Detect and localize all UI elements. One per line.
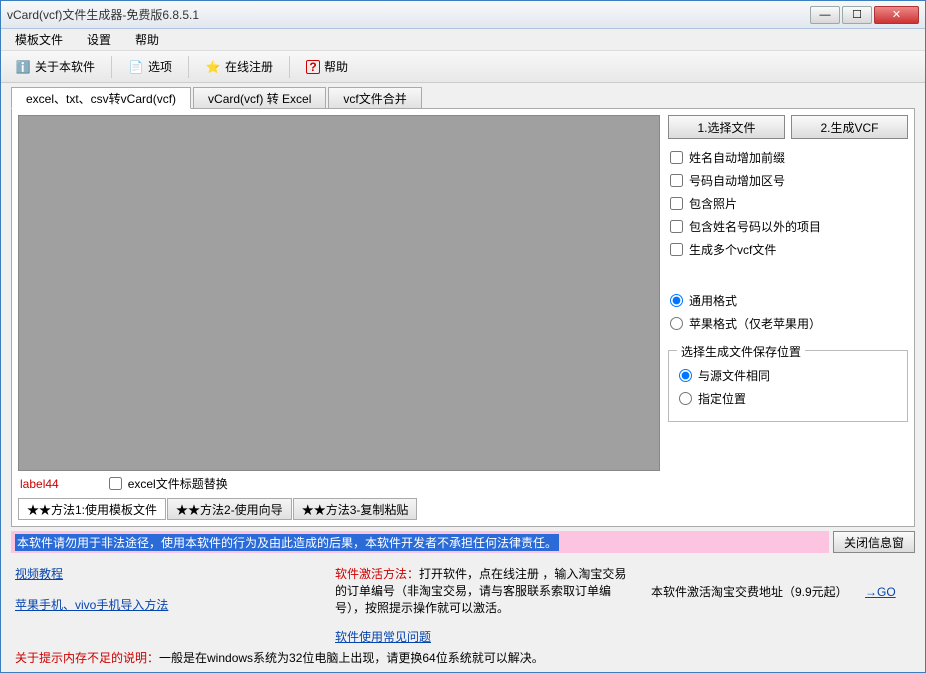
toolbar-separator xyxy=(289,56,290,78)
footer-col2: 软件激活方法：打开软件，点在线注册 ，输入淘宝交易的订单编号（非淘宝交易，请与客… xyxy=(335,565,631,645)
method-tab-3[interactable]: ★★方法3-复制粘贴 xyxy=(293,498,418,520)
tab-vcf-to-excel[interactable]: vCard(vcf) 转 Excel xyxy=(193,87,326,109)
side-panel: 1.选择文件 2.生成VCF 姓名自动增加前缀 号码自动增加区号 包含照片 包含… xyxy=(668,115,908,471)
checkbox-area-code-input[interactable] xyxy=(670,174,683,187)
checkbox-include-other-input[interactable] xyxy=(670,220,683,233)
button-row: 1.选择文件 2.生成VCF xyxy=(668,115,908,139)
checkbox-excel-title-replace[interactable]: excel文件标题替换 xyxy=(109,475,228,492)
method-tab-2[interactable]: ★★方法2-使用向导 xyxy=(167,498,292,520)
save-location-legend: 选择生成文件保存位置 xyxy=(677,343,805,360)
checkbox-name-prefix[interactable]: 姓名自动增加前缀 xyxy=(670,149,906,166)
taobao-text: 本软件激活淘宝交费地址（9.9元起） xyxy=(651,585,848,599)
checkbox-multi-vcf[interactable]: 生成多个vcf文件 xyxy=(670,241,906,258)
checkbox-multi-vcf-input[interactable] xyxy=(670,243,683,256)
method-tab-1[interactable]: ★★方法1:使用模板文件 xyxy=(18,498,166,520)
method-tabs: ★★方法1:使用模板文件 ★★方法2-使用向导 ★★方法3-复制粘贴 xyxy=(18,498,908,520)
radio-specify-location-input[interactable] xyxy=(679,392,692,405)
toolbar: ℹ️ 关于本软件 📄 选项 ⭐ 在线注册 ? 帮助 xyxy=(1,51,925,83)
close-button[interactable]: ✕ xyxy=(874,6,919,24)
footer-col1: 视频教程 苹果手机、vivo手机导入方法 xyxy=(15,565,315,645)
register-icon: ⭐ xyxy=(205,59,221,75)
close-info-button[interactable]: 关闭信息窗 xyxy=(833,531,915,553)
register-label: 在线注册 xyxy=(225,58,273,75)
minimize-button[interactable]: — xyxy=(810,6,840,24)
info-message: 本软件请勿用于非法途径，使用本软件的行为及由此造成的后果，本软件开发者不承担任何… xyxy=(11,531,829,553)
radio-specify-location[interactable]: 指定位置 xyxy=(679,390,897,407)
radio-general-format-input[interactable] xyxy=(670,294,683,307)
checkbox-excel-title-replace-input[interactable] xyxy=(109,477,122,490)
app-window: vCard(vcf)文件生成器-免费版6.8.5.1 — ☐ ✕ 模板文件 设置… xyxy=(0,0,926,673)
footer-col3: 本软件激活淘宝交费地址（9.9元起） →GO xyxy=(651,565,911,645)
footer: 视频教程 苹果手机、vivo手机导入方法 软件激活方法：打开软件，点在线注册 ，… xyxy=(11,553,915,649)
options-button[interactable]: 📄 选项 xyxy=(120,55,180,78)
go-link[interactable]: →GO xyxy=(865,585,896,599)
radio-apple-format-input[interactable] xyxy=(670,317,683,330)
generate-vcf-button[interactable]: 2.生成VCF xyxy=(791,115,908,139)
format-radiogroup: 通用格式 苹果格式（仅老苹果用） xyxy=(668,288,908,336)
upper-area: 1.选择文件 2.生成VCF 姓名自动增加前缀 号码自动增加区号 包含照片 包含… xyxy=(18,115,908,471)
options-label: 选项 xyxy=(148,58,172,75)
tab-excel-to-vcf[interactable]: excel、txt、csv转vCard(vcf) xyxy=(11,87,191,109)
info-message-text: 本软件请勿用于非法途径，使用本软件的行为及由此造成的后果，本软件开发者不承担任何… xyxy=(15,534,559,551)
mem-text: 一般是在windows系统为32位电脑上出现，请更换64位系统就可以解决。 xyxy=(159,651,544,665)
checkbox-area-code[interactable]: 号码自动增加区号 xyxy=(670,172,906,189)
checkbox-name-prefix-input[interactable] xyxy=(670,151,683,164)
maximize-button[interactable]: ☐ xyxy=(842,6,872,24)
main-panel: 1.选择文件 2.生成VCF 姓名自动增加前缀 号码自动增加区号 包含照片 包含… xyxy=(11,108,915,527)
save-location-group: 选择生成文件保存位置 与源文件相同 指定位置 xyxy=(668,350,908,422)
register-button[interactable]: ⭐ 在线注册 xyxy=(197,55,281,78)
checkbox-include-photo[interactable]: 包含照片 xyxy=(670,195,906,212)
main-tabs: excel、txt、csv转vCard(vcf) vCard(vcf) 转 Ex… xyxy=(11,87,915,109)
tab-vcf-merge[interactable]: vcf文件合并 xyxy=(328,87,421,109)
label44: label44 xyxy=(20,477,59,491)
apple-vivo-link[interactable]: 苹果手机、vivo手机导入方法 xyxy=(15,596,315,613)
menu-help[interactable]: 帮助 xyxy=(129,29,165,50)
options-icon: 📄 xyxy=(128,59,144,75)
window-title: vCard(vcf)文件生成器-免费版6.8.5.1 xyxy=(7,6,810,23)
activation-info: 软件激活方法：打开软件，点在线注册 ，输入淘宝交易的订单编号（非淘宝交易，请与客… xyxy=(335,565,631,616)
about-icon: ℹ️ xyxy=(15,59,31,75)
radio-same-source[interactable]: 与源文件相同 xyxy=(679,367,897,384)
menu-settings[interactable]: 设置 xyxy=(81,29,117,50)
activation-label: 软件激活方法： xyxy=(335,567,419,581)
toolbar-separator xyxy=(111,56,112,78)
faq-link[interactable]: 软件使用常见问题 xyxy=(335,630,431,644)
about-label: 关于本软件 xyxy=(35,58,95,75)
video-tutorial-link[interactable]: 视频教程 xyxy=(15,565,315,582)
preview-pane[interactable] xyxy=(18,115,660,471)
info-bar: 本软件请勿用于非法途径，使用本软件的行为及由此造成的后果，本软件开发者不承担任何… xyxy=(11,531,915,553)
checkbox-include-photo-input[interactable] xyxy=(670,197,683,210)
help-icon: ? xyxy=(306,60,320,74)
checkbox-include-other[interactable]: 包含姓名号码以外的项目 xyxy=(670,218,906,235)
help-button[interactable]: ? 帮助 xyxy=(298,55,356,78)
menu-template-file[interactable]: 模板文件 xyxy=(9,29,69,50)
about-button[interactable]: ℹ️ 关于本软件 xyxy=(7,55,103,78)
radio-same-source-input[interactable] xyxy=(679,369,692,382)
select-file-button[interactable]: 1.选择文件 xyxy=(668,115,785,139)
menubar: 模板文件 设置 帮助 xyxy=(1,29,925,51)
window-controls: — ☐ ✕ xyxy=(810,6,919,24)
help-label: 帮助 xyxy=(324,58,348,75)
memory-note: 关于提示内存不足的说明：一般是在windows系统为32位电脑上出现，请更换64… xyxy=(11,649,915,666)
radio-apple-format[interactable]: 苹果格式（仅老苹果用） xyxy=(670,315,906,332)
content-area: excel、txt、csv转vCard(vcf) vCard(vcf) 转 Ex… xyxy=(1,83,925,672)
toolbar-separator xyxy=(188,56,189,78)
options-checklist: 姓名自动增加前缀 号码自动增加区号 包含照片 包含姓名号码以外的项目 生成多个v… xyxy=(668,145,908,262)
label-row: label44 excel文件标题替换 xyxy=(18,471,908,496)
radio-general-format[interactable]: 通用格式 xyxy=(670,292,906,309)
titlebar: vCard(vcf)文件生成器-免费版6.8.5.1 — ☐ ✕ xyxy=(1,1,925,29)
mem-label: 关于提示内存不足的说明： xyxy=(15,651,159,665)
